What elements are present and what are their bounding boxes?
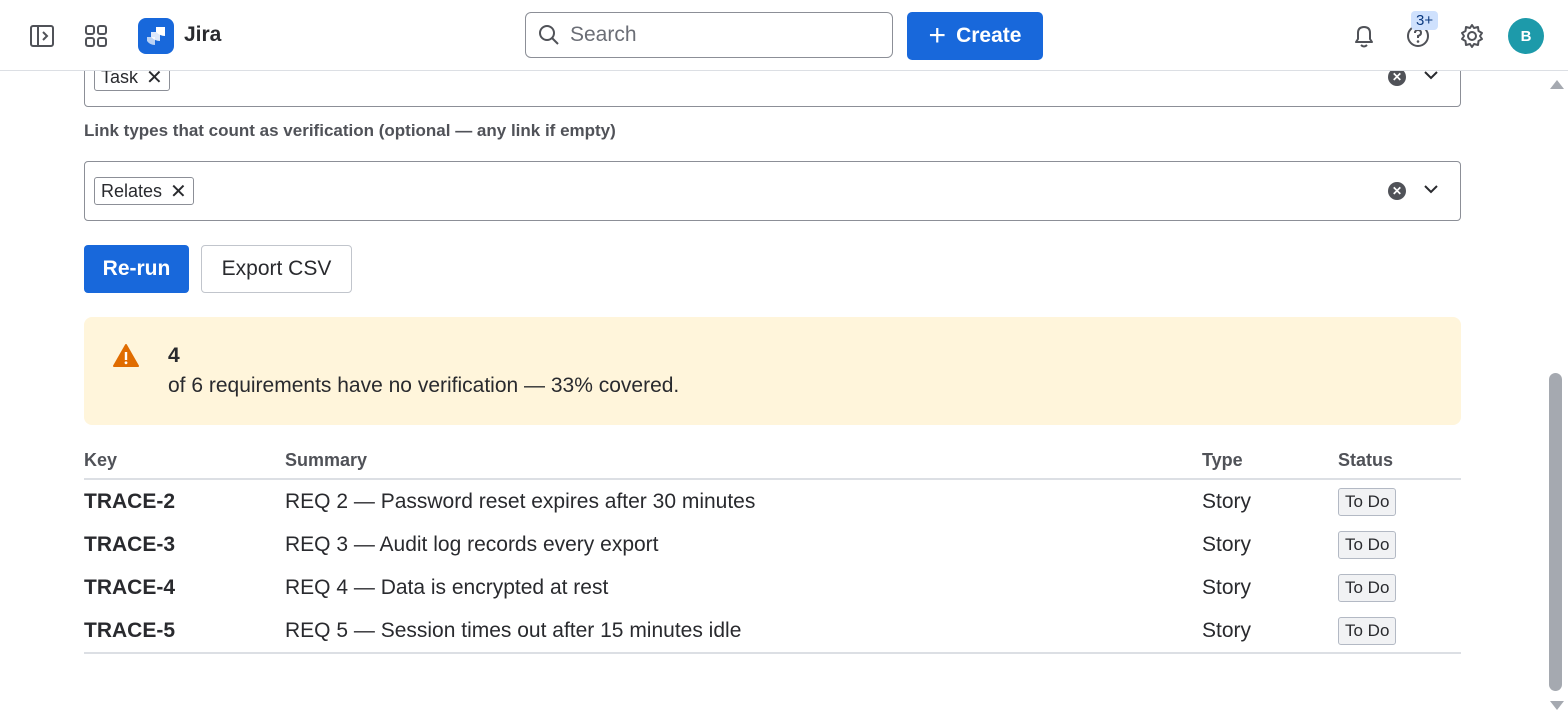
user-avatar[interactable]: B bbox=[1508, 18, 1544, 54]
issue-key[interactable]: TRACE-3 bbox=[84, 523, 285, 566]
requirements-table: Key Summary Type Status TRACE-2 REQ 2 — … bbox=[84, 442, 1461, 654]
status-badge: To Do bbox=[1338, 573, 1397, 602]
column-header-summary[interactable]: Summary bbox=[285, 442, 1202, 480]
app-name[interactable]: Jira bbox=[184, 23, 221, 47]
issue-summary: REQ 2 — Password reset expires after 30 … bbox=[285, 489, 756, 513]
search-icon bbox=[539, 25, 559, 45]
issue-key[interactable]: TRACE-4 bbox=[84, 566, 285, 609]
table-row[interactable]: TRACE-2 REQ 2 — Password reset expires a… bbox=[84, 479, 1461, 523]
issue-summary: REQ 3 — Audit log records every export bbox=[285, 532, 659, 556]
warning-icon bbox=[112, 343, 140, 374]
issue-type: Story bbox=[1202, 489, 1252, 513]
help-notification-badge: 3+ bbox=[1411, 11, 1439, 30]
scroll-up-arrow-icon[interactable] bbox=[1550, 80, 1564, 89]
issue-summary: REQ 4 — Data is encrypted at rest bbox=[285, 575, 609, 599]
issue-key[interactable]: TRACE-5 bbox=[84, 609, 285, 654]
status-badge: To Do bbox=[1338, 530, 1397, 559]
issue-type: Story bbox=[1202, 532, 1252, 556]
issue-type: Story bbox=[1202, 609, 1338, 654]
remove-chip-icon[interactable]: ✕ bbox=[170, 179, 187, 204]
clear-icon[interactable]: ✕ bbox=[1388, 182, 1406, 200]
create-button-label: Create bbox=[956, 24, 1022, 47]
search-box[interactable] bbox=[525, 12, 893, 58]
scrollbar-thumb[interactable] bbox=[1549, 373, 1562, 691]
table-row[interactable]: TRACE-4 REQ 4 — Data is encrypted at res… bbox=[84, 566, 1461, 609]
search-input[interactable] bbox=[568, 22, 872, 48]
settings-gear-icon[interactable] bbox=[1454, 18, 1490, 54]
rerun-button[interactable]: Re-run bbox=[84, 245, 189, 293]
issue-summary: REQ 5 — Session times out after 15 minut… bbox=[285, 609, 1202, 654]
export-csv-button[interactable]: Export CSV bbox=[201, 245, 352, 293]
sidebar-toggle-icon[interactable] bbox=[24, 18, 60, 54]
top-navigation: Jira + Create 3+ B bbox=[0, 0, 1568, 71]
table-row[interactable]: TRACE-5 REQ 5 — Session times out after … bbox=[84, 609, 1461, 654]
status-badge: To Do bbox=[1338, 616, 1397, 645]
link-types-label: Link types that count as verification (o… bbox=[84, 121, 616, 140]
chevron-down-icon[interactable] bbox=[1422, 180, 1440, 203]
create-button[interactable]: + Create bbox=[907, 12, 1043, 60]
link-types-select[interactable]: Relates ✕ ✕ bbox=[84, 161, 1461, 221]
table-header-row: Key Summary Type Status bbox=[84, 442, 1461, 480]
link-type-chip: Relates ✕ bbox=[94, 177, 194, 205]
column-header-status[interactable]: Status bbox=[1338, 442, 1461, 480]
app-switcher-icon[interactable] bbox=[78, 18, 114, 54]
column-header-key[interactable]: Key bbox=[84, 442, 285, 480]
column-header-type[interactable]: Type bbox=[1202, 442, 1338, 480]
issue-key[interactable]: TRACE-2 bbox=[84, 479, 285, 523]
notifications-bell-icon[interactable] bbox=[1346, 18, 1382, 54]
plus-icon: + bbox=[928, 19, 947, 52]
issue-type: Story bbox=[1202, 575, 1252, 599]
coverage-summary-text: of 6 requirements have no verification —… bbox=[168, 374, 680, 397]
link-type-chip-label: Relates bbox=[101, 180, 163, 201]
status-badge: To Do bbox=[1338, 487, 1397, 516]
coverage-warning-panel: 4 of 6 requirements have no verification… bbox=[84, 317, 1461, 425]
scroll-down-arrow-icon[interactable] bbox=[1550, 701, 1564, 710]
table-row[interactable]: TRACE-3 REQ 3 — Audit log records every … bbox=[84, 523, 1461, 566]
jira-logo-icon[interactable] bbox=[138, 18, 174, 54]
uncovered-count: 4 bbox=[168, 344, 180, 367]
